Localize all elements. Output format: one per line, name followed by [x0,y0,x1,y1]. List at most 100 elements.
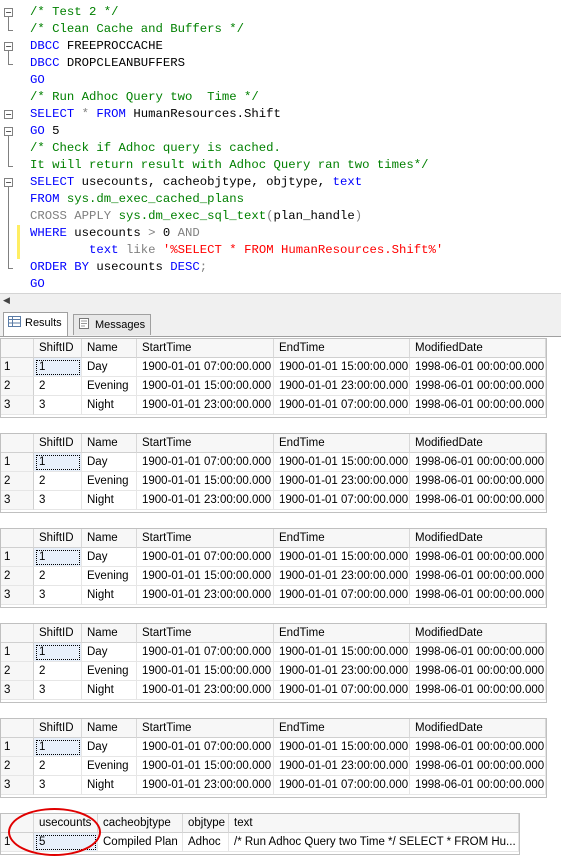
grid-cell[interactable]: 1900-01-01 23:00:00.000 [137,586,274,605]
table-row[interactable]: 1 1 Day 1900-01-01 07:00:00.000 1900-01-01 1… [1,358,546,377]
grid-cell[interactable]: 2 [34,662,82,681]
grid-cell[interactable]: 1900-01-01 07:00:00.000 [137,738,274,757]
grid-cell[interactable]: 1998-06-01 00:00:00.000 [410,396,546,415]
table-row[interactable]: 1 1 Day 1900-01-01 07:00:00.000 1900-01-01 1… [1,548,546,567]
table-row[interactable]: 1 1 Day 1900-01-01 07:00:00.000 1900-01-01 1… [1,643,546,662]
grid-cell[interactable]: 1900-01-01 07:00:00.000 [137,643,274,662]
grid-cell[interactable]: 1900-01-01 15:00:00.000 [137,757,274,776]
column-header[interactable]: ShiftID [34,529,82,548]
code-line[interactable]: WHERE usecounts > 0 AND [30,225,200,242]
grid-cell[interactable]: 1998-06-01 00:00:00.000 [410,377,546,396]
column-header[interactable]: ShiftID [34,719,82,738]
grid-cell[interactable]: 2 [34,567,82,586]
column-header[interactable]: ModifiedDate [410,339,546,358]
code-line[interactable]: /* Run Adhoc Query two Time */ [30,89,259,106]
code-line[interactable]: GO [30,72,45,89]
result-grid[interactable]: ShiftID Name StartTime EndTime ModifiedDate 1… [0,433,547,513]
grid-cell[interactable]: 1 [34,358,82,377]
grid-cell[interactable]: Night [82,396,137,415]
select-all-corner[interactable] [1,719,34,738]
select-all-corner[interactable] [1,529,34,548]
grid-cell[interactable]: 1998-06-01 00:00:00.000 [410,776,546,795]
column-header[interactable]: ModifiedDate [410,719,546,738]
code-line[interactable]: CROSS APPLY sys.dm_exec_sql_text(plan_ha… [30,208,362,225]
grid-cell[interactable]: 1998-06-01 00:00:00.000 [410,643,546,662]
column-header[interactable]: Name [82,719,137,738]
grid-cell[interactable]: Evening [82,472,137,491]
table-row[interactable]: 2 2 Evening 1900-01-01 15:00:00.000 1900-01-… [1,662,546,681]
column-header[interactable]: EndTime [274,624,410,643]
code-line[interactable]: SELECT * FROM HumanResources.Shift [30,106,281,123]
select-all-corner[interactable] [1,339,34,358]
grid-cell[interactable]: Evening [82,757,137,776]
row-number[interactable]: 2 [1,662,34,681]
grid-cell[interactable]: 1900-01-01 15:00:00.000 [274,738,410,757]
grid-cell[interactable]: 1900-01-01 07:00:00.000 [274,586,410,605]
grid-cell[interactable]: 1900-01-01 07:00:00.000 [274,776,410,795]
column-header[interactable]: Name [82,624,137,643]
grid-cell[interactable]: 1998-06-01 00:00:00.000 [410,681,546,700]
row-number[interactable]: 2 [1,757,34,776]
code-line[interactable]: text like '%SELECT * FROM HumanResources… [30,242,443,259]
column-header[interactable]: ShiftID [34,434,82,453]
table-row[interactable]: 2 2 Evening 1900-01-01 15:00:00.000 1900-01-… [1,472,546,491]
grid-cell[interactable]: 1900-01-01 07:00:00.000 [137,453,274,472]
grid-cell[interactable]: Evening [82,662,137,681]
table-row[interactable]: 1 5 Compiled Plan Adhoc/* Run Adhoc Query t… [1,833,519,852]
grid-cell[interactable]: 1900-01-01 23:00:00.000 [274,757,410,776]
column-header[interactable]: ModifiedDate [410,434,546,453]
grid-cell[interactable]: Day [82,358,137,377]
grid-cell[interactable]: 1900-01-01 07:00:00.000 [274,681,410,700]
column-header[interactable]: ShiftID [34,339,82,358]
table-row[interactable]: 3 3 Night 1900-01-01 23:00:00.000 1900-01-01… [1,681,546,700]
row-number[interactable]: 3 [1,396,34,415]
column-header[interactable]: EndTime [274,529,410,548]
grid-cell[interactable]: 1900-01-01 15:00:00.000 [274,453,410,472]
grid-cell[interactable]: 2 [34,377,82,396]
cache-result-grid[interactable]: usecounts cacheobjtype objtype text 1 5 Compil… [0,813,520,855]
code-line[interactable]: ORDER BY usecounts DESC; [30,259,207,276]
grid-cell[interactable]: Compiled Plan [98,833,183,852]
grid-cell[interactable]: Night [82,776,137,795]
column-header[interactable]: ShiftID [34,624,82,643]
scroll-left-icon[interactable]: ◀ [3,295,10,306]
grid-cell[interactable]: 1900-01-01 15:00:00.000 [137,472,274,491]
grid-cell[interactable]: 1900-01-01 15:00:00.000 [274,643,410,662]
grid-cell[interactable]: 1900-01-01 07:00:00.000 [274,396,410,415]
grid-cell[interactable]: Day [82,548,137,567]
grid-cell[interactable]: 1900-01-01 15:00:00.000 [137,377,274,396]
grid-cell[interactable]: 2 [34,472,82,491]
grid-cell[interactable]: 1900-01-01 23:00:00.000 [137,396,274,415]
grid-cell[interactable]: Night [82,586,137,605]
code-line[interactable]: /* Clean Cache and Buffers */ [30,21,244,38]
collapse-icon[interactable]: − [4,8,13,17]
row-number[interactable]: 1 [1,453,34,472]
grid-cell[interactable]: 1998-06-01 00:00:00.000 [410,453,546,472]
column-header[interactable]: EndTime [274,719,410,738]
grid-cell[interactable]: 3 [34,681,82,700]
grid-cell[interactable]: 5 [34,833,98,852]
grid-cell[interactable]: 1 [34,738,82,757]
grid-cell[interactable]: 1998-06-01 00:00:00.000 [410,586,546,605]
grid-cell[interactable]: 1900-01-01 23:00:00.000 [137,776,274,795]
grid-cell[interactable]: 1900-01-01 23:00:00.000 [274,567,410,586]
code-line[interactable]: GO [30,276,45,293]
tab-messages[interactable]: Messages [73,314,152,335]
select-all-corner[interactable] [1,814,34,833]
row-number[interactable]: 1 [1,738,34,757]
table-row[interactable]: 2 2 Evening 1900-01-01 15:00:00.000 1900-01-… [1,567,546,586]
row-number[interactable]: 2 [1,377,34,396]
code-line[interactable]: /* Test 2 */ [30,4,119,21]
column-header[interactable]: objtype [183,814,229,833]
column-header[interactable]: ModifiedDate [410,624,546,643]
grid-cell[interactable]: 1900-01-01 23:00:00.000 [274,472,410,491]
grid-cell[interactable]: 1900-01-01 23:00:00.000 [137,491,274,510]
column-header[interactable]: StartTime [137,434,274,453]
column-header[interactable]: Name [82,434,137,453]
grid-cell[interactable]: Day [82,738,137,757]
code-line[interactable]: GO 5 [30,123,60,140]
grid-cell[interactable]: 1900-01-01 15:00:00.000 [137,662,274,681]
collapse-icon[interactable]: − [4,42,13,51]
grid-cell[interactable]: 1 [34,453,82,472]
column-header[interactable]: ModifiedDate [410,529,546,548]
